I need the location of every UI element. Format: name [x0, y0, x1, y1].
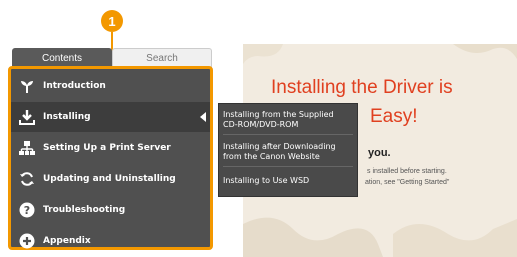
nav-item-label: Introduction [43, 81, 106, 91]
question-icon: ? [17, 200, 37, 220]
nav-item-appendix[interactable]: Appendix [11, 226, 210, 256]
tab-contents[interactable]: Contents [12, 48, 112, 68]
tab-search[interactable]: Search [112, 48, 212, 68]
submenu-item-download[interactable]: Installing after Downloading from the Ca… [223, 138, 353, 167]
nav-item-troubleshooting[interactable]: ? Troubleshooting [11, 195, 210, 225]
submenu-item-label: Installing after Downloading [223, 142, 336, 151]
sprout-icon [17, 76, 37, 96]
banner-subhead: you. [368, 147, 391, 159]
download-icon [17, 107, 37, 127]
refresh-icon [17, 169, 37, 189]
sidebar-tabs: Contents Search [12, 48, 212, 68]
submenu-item-cd-rom[interactable]: Installing from the Supplied CD-ROM/DVD-… [223, 106, 353, 135]
nav-item-installing[interactable]: Installing [11, 102, 210, 132]
installing-submenu: Installing from the Supplied CD-ROM/DVD-… [218, 103, 358, 197]
submenu-item-label: Installing from the Supplied [223, 110, 334, 119]
submenu-item-label: CD-ROM/DVD-ROM [223, 120, 299, 129]
plus-circle-icon [17, 231, 37, 251]
nav-item-label: Setting Up a Print Server [43, 143, 171, 153]
contents-panel: Introduction Installing Setting Up a Pri… [8, 66, 213, 250]
nav-item-label: Appendix [43, 236, 91, 246]
banner-title-line2: Easy! [370, 106, 418, 127]
nav-item-introduction[interactable]: Introduction [11, 71, 210, 101]
nav-item-label: Installing [43, 112, 91, 122]
chevron-left-icon [200, 112, 206, 122]
network-icon [17, 138, 37, 158]
nav-item-label: Updating and Uninstalling [43, 174, 176, 184]
submenu-item-wsd[interactable]: Installing to Use WSD [223, 172, 353, 190]
submenu-item-label: Installing to Use WSD [223, 176, 310, 185]
nav-item-print-server[interactable]: Setting Up a Print Server [11, 133, 210, 163]
nav-item-updating[interactable]: Updating and Uninstalling [11, 164, 210, 194]
submenu-item-label: from the Canon Website [223, 152, 320, 161]
nav-item-label: Troubleshooting [43, 205, 126, 215]
callout-marker: 1 [101, 10, 123, 32]
banner-title-line1: Installing the Driver is [271, 77, 453, 98]
svg-text:?: ? [24, 204, 30, 217]
